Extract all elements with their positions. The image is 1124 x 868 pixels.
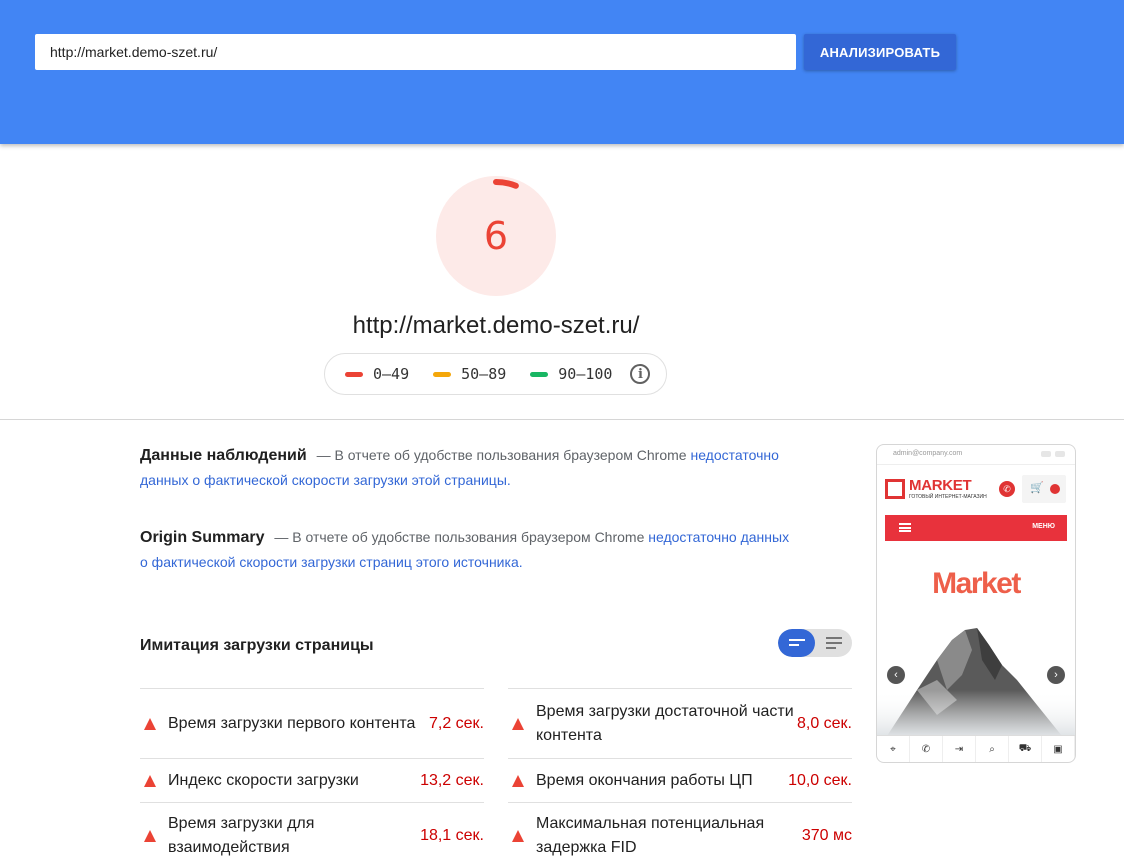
phone-call-icon: ✆: [910, 736, 943, 762]
warning-triangle-icon: [144, 829, 156, 842]
legend-label: 0–49: [373, 365, 410, 383]
legend-item-good: 90–100: [530, 365, 612, 383]
info-icon[interactable]: i: [630, 364, 651, 384]
field-data-text: — В отчете об удобстве пользования брауз…: [316, 447, 687, 463]
logo-mark-icon: [885, 479, 905, 499]
chevron-right-icon: ›: [1047, 666, 1065, 684]
metric-row: Время загрузки для взаимодействия 18,1 с…: [140, 802, 484, 868]
screenshot-bottom-nav: ⌖ ✆ ⇥ ⌕ ⛟ ▣: [877, 735, 1075, 762]
warning-triangle-icon: [512, 717, 524, 730]
location-icon: ⌖: [877, 736, 910, 762]
metrics-view-toggle[interactable]: [778, 629, 852, 657]
screenshot-logo: MARKET: [909, 477, 972, 494]
phone-icon: ✆: [999, 481, 1015, 497]
compact-view-button[interactable]: [778, 629, 815, 657]
score-legend: 0–49 50–89 90–100 i: [324, 353, 667, 395]
legend-item-poor: 0–49: [345, 365, 409, 383]
warning-triangle-icon: [144, 717, 156, 730]
metric-name: Время загрузки для взаимодействия: [168, 814, 315, 856]
metric-name: Время загрузки первого контента: [168, 714, 416, 732]
divider: [0, 419, 1124, 420]
performance-score: 6: [483, 214, 509, 258]
metric-name: Время загрузки достаточной части контент…: [536, 702, 794, 744]
warning-triangle-icon: [512, 774, 524, 787]
metric-value: 18,1 сек.: [420, 826, 484, 844]
metric-row: Время загрузки достаточной части контент…: [508, 688, 852, 758]
legend-bar-poor: [345, 371, 363, 377]
field-data-note: Данные наблюдений — В отчете об удобстве…: [140, 443, 800, 493]
origin-summary-text: — В отчете об удобстве пользования брауз…: [274, 529, 645, 545]
hamburger-icon: [899, 523, 911, 532]
legend-item-average: 50–89: [433, 365, 506, 383]
screenshot-hero-title: Market: [932, 567, 1021, 600]
metric-name: Индекс скорости загрузки: [168, 771, 359, 789]
mountain-image: [877, 628, 1075, 736]
expanded-list-icon: [825, 637, 842, 649]
metric-row: Индекс скорости загрузки 13,2 сек.: [140, 758, 484, 802]
page-url: http://market.demo-szet.ru/: [352, 312, 640, 339]
metric-value: 7,2 сек.: [428, 714, 484, 732]
legend-label: 90–100: [558, 365, 613, 383]
compact-list-icon: [788, 639, 805, 646]
metric-name: Время окончания работы ЦП: [536, 771, 753, 789]
cart-icon: 🛒: [1022, 475, 1066, 503]
login-icon: ⇥: [943, 736, 976, 762]
metric-row: Время окончания работы ЦП 10,0 сек.: [508, 758, 852, 802]
metric-row: Время загрузки первого контента 7,2 сек.: [140, 688, 484, 758]
metric-value: 10,0 сек.: [788, 771, 852, 789]
legend-label: 50–89: [461, 365, 507, 383]
metric-value: 8,0 сек.: [796, 714, 852, 732]
page-screenshot: admin@company.com MARKET ГОТОВЫЙ ИНТЕРНЕ…: [876, 444, 1076, 763]
store-icon: ▣: [1042, 736, 1075, 762]
origin-summary-title: Origin Summary: [140, 529, 265, 546]
metric-name: Максимальная потенциальная задержка FID: [536, 814, 765, 856]
analyze-button[interactable]: АНАЛИЗИРОВАТЬ: [804, 34, 956, 70]
warning-triangle-icon: [512, 829, 524, 842]
cart-icon: ⛟: [1009, 736, 1042, 762]
top-bar: АНАЛИЗИРОВАТЬ: [0, 0, 1124, 144]
metric-value: 370 мс: [801, 826, 852, 844]
search-icon: ⌕: [976, 736, 1009, 762]
lab-data-title: Имитация загрузки страницы: [140, 637, 374, 654]
screenshot-menu-label: МЕНЮ: [1032, 523, 1055, 530]
screenshot-menu-bar: МЕНЮ: [885, 515, 1067, 541]
screenshot-logo-sub: ГОТОВЫЙ ИНТЕРНЕТ-МАГАЗИН: [909, 494, 987, 500]
chevron-left-icon: ‹: [887, 666, 905, 684]
metric-row: Максимальная потенциальная задержка FID …: [508, 802, 852, 868]
expanded-view-button[interactable]: [815, 629, 852, 657]
legend-bar-good: [530, 371, 549, 377]
screenshot-email: admin@company.com: [893, 450, 963, 457]
field-data-title: Данные наблюдений: [140, 447, 307, 464]
url-input[interactable]: [35, 34, 796, 70]
origin-summary-note: Origin Summary — В отчете об удобстве по…: [140, 525, 800, 575]
legend-bar-average: [433, 371, 452, 377]
screenshot-top-bar: admin@company.com: [877, 445, 1075, 465]
metric-value: 13,2 сек.: [420, 771, 484, 789]
warning-triangle-icon: [144, 774, 156, 787]
